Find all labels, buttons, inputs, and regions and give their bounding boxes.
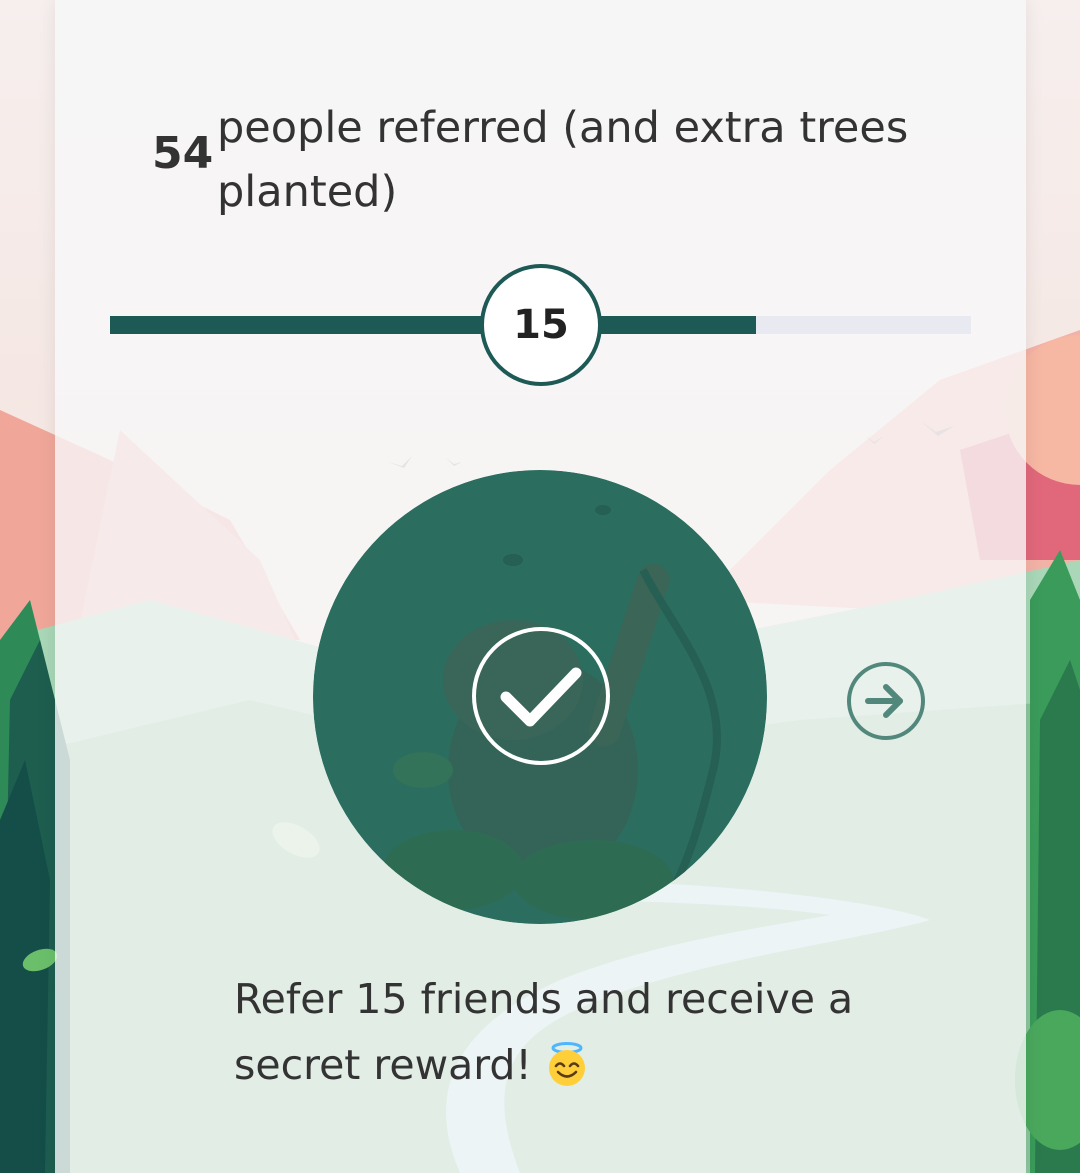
referred-label: people referred (and extra trees planted…: [217, 103, 909, 217]
milestone-marker: 15: [480, 264, 602, 386]
smiling-face-with-halo-emoji: [544, 1040, 590, 1086]
checkmark-icon: [472, 627, 610, 765]
progress-fill: [110, 316, 756, 334]
referred-count: 54: [152, 128, 214, 179]
next-reward-button[interactable]: [847, 662, 925, 740]
arrow-right-icon: [865, 684, 903, 718]
reward-description: Refer 15 friends and receive a secret re…: [234, 966, 874, 1098]
